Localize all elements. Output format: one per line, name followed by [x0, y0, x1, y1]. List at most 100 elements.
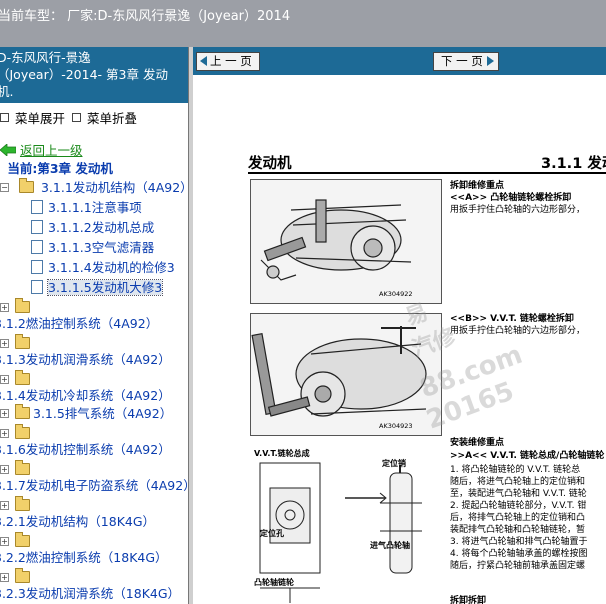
next-page-button[interactable]: 下 一 页 [433, 52, 499, 71]
window-title-bar: 当前车型： 厂家:D-东风风行景逸（Joyear）2014 [0, 0, 606, 47]
block3-line-3: 至，装配进气凸轮轴和 V.V.T. 链轮 [450, 489, 587, 499]
tree-item-3-1-1[interactable]: − 3.1.1发动机结构（4A92） [0, 178, 188, 197]
sidebar-menu-bar: 菜单展开 菜单折叠 [0, 103, 188, 127]
folder-icon [15, 496, 30, 511]
document-icon [31, 220, 43, 234]
arrow-left-icon [200, 56, 207, 66]
engine-illustration-2 [251, 314, 441, 435]
block3-line-2: 随后，将进气凸轮轴上的定位销和 [450, 477, 586, 487]
expand-icon[interactable]: + [0, 465, 9, 474]
tree-item-3-1-1-2[interactable]: 3.1.1.2发动机总成 [31, 219, 154, 237]
tree-item-label: 3.1.1.4发动机的检修3 [48, 260, 175, 275]
figure-camshaft-sprocket: AK304922 [250, 179, 442, 304]
expand-icon[interactable]: + [0, 429, 9, 438]
figure-vvt-sprocket: AK304923 [250, 313, 442, 436]
arrow-right-icon [486, 56, 494, 66]
label-vvt-assembly: V.V.T.链轮总成 [254, 449, 310, 458]
block2-subheading: <<B>> V.V.T. 链轮螺栓拆卸 [450, 314, 574, 324]
folder-icon [15, 532, 30, 547]
block3-line-9: 随后，拧紧凸轮轴前轴承盖固定螺 [450, 561, 586, 571]
figure-code: AK304923 [379, 422, 413, 430]
block3-subheading: >>A<< V.V.T. 链轮总成/凸轮轴链轮 [450, 451, 605, 461]
tree-item-3-1-6[interactable]: 3.1.6发动机控制系统（4A92） [0, 441, 171, 459]
sidebar-header-line-3: 机. [0, 84, 14, 99]
next-page-label: 下 一 页 [441, 54, 483, 68]
folder-icon [15, 404, 30, 419]
folder-icon [15, 370, 30, 385]
folder-icon [15, 424, 30, 439]
block3-heading: 安装维修重点 [450, 438, 505, 448]
prev-page-button[interactable]: 上 一 页 [196, 52, 260, 71]
menu-expand-button[interactable]: 菜单展开 [0, 108, 65, 127]
tree-item-3-1-1-4[interactable]: 3.1.1.4发动机的检修3 [31, 259, 175, 277]
block3-line-8: 4. 将每个凸轮轴轴承盖的螺栓按图 [450, 549, 588, 559]
collapse-icon[interactable]: − [0, 183, 9, 192]
document-icon [31, 280, 43, 294]
tree-item-3-2-1[interactable]: 3.2.1发动机结构（18K4G） [0, 513, 155, 531]
block3-line-7: 3. 将进气凸轮轴和排气凸轮轴置于 [450, 537, 588, 547]
green-back-arrow-icon [0, 143, 17, 157]
expand-icon[interactable]: + [0, 409, 9, 418]
tree-item-3-2-2[interactable]: 3.2.2燃油控制系统（18K4G） [0, 549, 168, 567]
block2-text: 用扳手拧住凸轮轴的六边形部分， [450, 326, 586, 336]
tree-item-3-1-1-5[interactable]: 3.1.1.5发动机大修3 [31, 279, 164, 297]
tree-item-label: 3.2.2燃油控制系统（18K4G） [0, 550, 168, 565]
menu-collapse-label: 菜单折叠 [87, 111, 138, 126]
folder-icon [15, 298, 30, 313]
tree-item-3-1-5[interactable]: +3.1.5排气系统（4A92） [0, 404, 173, 423]
expand-icon[interactable]: + [0, 573, 9, 582]
sidebar-header-line-1: D-东风风行-景逸 [0, 50, 91, 65]
tree-item-label: 3.1.2燃油控制系统（4A92） [0, 316, 159, 331]
expand-icon[interactable]: + [0, 501, 9, 510]
tree-item-label: 3.1.5排气系统（4A92） [33, 406, 173, 421]
document-icon [31, 260, 43, 274]
tree-item-label: 3.1.7发动机电子防盗系统（4A92） [0, 478, 188, 493]
tree-item-label: 3.1.6发动机控制系统（4A92） [0, 442, 171, 457]
label-intake-camshaft: 进气凸轮轴 [370, 541, 410, 550]
block3-line-4: 2. 提起凸轮轴链轮部分，V.V.T. 钳 [450, 501, 587, 511]
engine-illustration-1 [251, 180, 441, 303]
folder-open-icon [18, 178, 34, 193]
tree-item-label: 3.1.1发动机结构（4A92） [40, 180, 188, 195]
tree-item-label: 3.2.1发动机结构（18K4G） [0, 514, 156, 529]
section-number: 3.1.1 发动 [541, 156, 606, 172]
figure-code: AK304922 [379, 290, 413, 298]
tree-item-3-1-3[interactable]: 3.1.3发动机润滑系统（4A92） [0, 351, 171, 369]
square-icon [0, 113, 9, 122]
block3-line-1: 1. 将凸轮轴链轮的 V.V.T. 链轮总 [450, 465, 581, 475]
tree-item-3-1-7[interactable]: 3.1.7发动机电子防盗系统（4A92） [0, 477, 188, 495]
expand-icon[interactable]: + [0, 339, 9, 348]
tree-item-3-1-1-3[interactable]: 3.1.1.3空气滤清器 [31, 239, 154, 257]
tree-item-3-2-3[interactable]: 3.2.3发动机润滑系统（18K4G） [0, 585, 180, 603]
figure-vvt-assembly: V.V.T.链轮总成 定位销 定位孔 进气凸轮轴 凸轮轴链轮 [250, 443, 440, 604]
expand-icon[interactable]: + [0, 375, 9, 384]
label-hole: 定位孔 [260, 529, 284, 538]
sidebar: D-东风风行-景逸 （Joyear）-2014- 第3章 发动 机. 菜单展开 … [0, 47, 188, 604]
title-rule [248, 172, 606, 174]
tree-item-3-1-4[interactable]: 3.1.4发动机冷却系统（4A92） [0, 387, 171, 405]
folder-icon [15, 568, 30, 583]
tree-item-3-1-1-1[interactable]: 3.1.1.1注意事项 [31, 199, 142, 217]
tree-item-label: 3.1.4发动机冷却系统（4A92） [0, 388, 171, 403]
current-chapter-label: 当前:第3章 发动机 [7, 161, 113, 176]
back-link[interactable]: 返回上一级 [0, 142, 83, 160]
square-icon [72, 113, 81, 122]
tree-item-label: 3.1.1.2发动机总成 [48, 220, 155, 235]
label-camshaft-sprocket: 凸轮轴链轮 [254, 578, 294, 587]
tree-item-label: 3.1.1.3空气滤清器 [48, 240, 155, 255]
menu-expand-label: 菜单展开 [15, 111, 66, 126]
expand-icon[interactable]: + [0, 537, 9, 546]
block1-heading: 拆卸维修重点 [450, 181, 505, 191]
document-icon [31, 240, 43, 254]
bottom-heading: 拆卸拆卸 [450, 596, 487, 604]
expand-icon[interactable]: + [0, 303, 9, 312]
page-title: 发动机 [248, 156, 292, 172]
block3-line-5: 后，将排气凸轮轴上的定位销和凸 [450, 513, 586, 523]
sidebar-header-line-2: （Joyear）-2014- 第3章 发动 [0, 67, 168, 82]
tree-item-label: 3.1.3发动机润滑系统（4A92） [0, 352, 171, 367]
tree-item-label: 3.2.3发动机润滑系统（18K4G） [0, 586, 181, 601]
tree-item-3-1-2[interactable]: 3.1.2燃油控制系统（4A92） [0, 315, 158, 333]
document-viewer: 上 一 页 下 一 页 发动机 3.1.1 发动 [193, 47, 606, 604]
menu-collapse-button[interactable]: 菜单折叠 [72, 108, 137, 127]
block1-subheading: <<A>> 凸轮轴链轮螺栓拆卸 [450, 193, 572, 203]
